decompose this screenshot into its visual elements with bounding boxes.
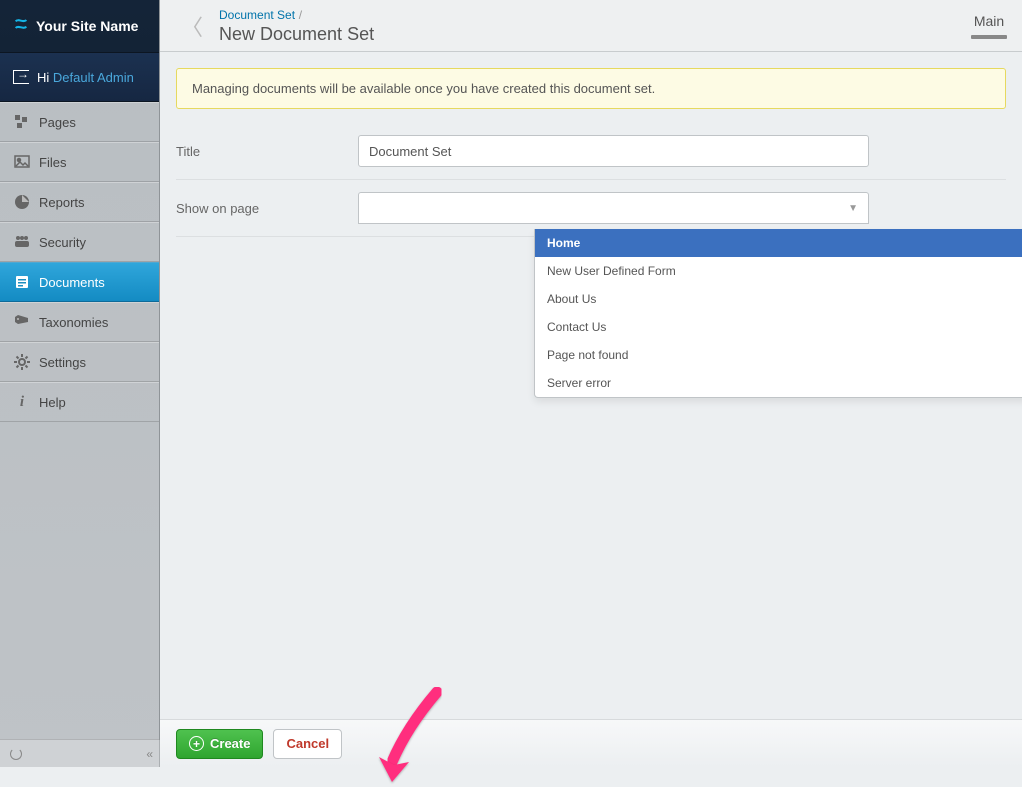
- back-button[interactable]: 〈: [175, 6, 209, 46]
- user-panel[interactable]: Hi Default Admin: [0, 52, 159, 102]
- pages-icon: [13, 114, 31, 130]
- sidebar-item-label: Taxonomies: [39, 315, 108, 330]
- sidebar-item-security[interactable]: Security: [0, 222, 159, 262]
- breadcrumb-sep: /: [299, 8, 302, 22]
- sidebar-item-label: Documents: [39, 275, 105, 290]
- sidebar-item-label: Help: [39, 395, 66, 410]
- info-notice: Managing documents will be available onc…: [176, 68, 1006, 109]
- form-row-title: Title: [176, 123, 1006, 180]
- sidebar-item-settings[interactable]: Settings: [0, 342, 159, 382]
- logout-icon[interactable]: [13, 70, 29, 84]
- showon-label: Show on page: [176, 201, 358, 216]
- chevron-down-icon: ▼: [848, 203, 858, 214]
- cancel-button[interactable]: Cancel: [273, 729, 342, 759]
- username: Default Admin: [53, 70, 134, 85]
- sidebar-item-label: Security: [39, 235, 86, 250]
- sidebar-item-pages[interactable]: Pages: [0, 102, 159, 142]
- settings-icon: [13, 354, 31, 370]
- plus-circle-icon: +: [189, 736, 204, 751]
- cancel-button-label: Cancel: [286, 736, 329, 751]
- sidebar-item-help[interactable]: i Help: [0, 382, 159, 422]
- dropdown-option[interactable]: Home: [535, 229, 1022, 257]
- create-button-label: Create: [210, 736, 250, 751]
- sidebar-item-label: Files: [39, 155, 66, 170]
- sidebar-footer: «: [0, 739, 160, 767]
- files-icon: [13, 154, 31, 170]
- showon-dropdown: Home New User Defined Form About Us Cont…: [534, 229, 1022, 398]
- sidebar-item-documents[interactable]: Documents: [0, 262, 159, 302]
- sidebar-item-label: Settings: [39, 355, 86, 370]
- dropdown-option[interactable]: About Us: [535, 285, 1022, 313]
- documents-icon: [13, 274, 31, 290]
- showon-select[interactable]: ▼: [358, 192, 869, 224]
- collapse-sidebar-button[interactable]: «: [146, 747, 150, 761]
- dropdown-option[interactable]: Page not found: [535, 341, 1022, 369]
- dropdown-option[interactable]: New User Defined Form: [535, 257, 1022, 285]
- sidebar: Your Site Name Hi Default Admin Pages Fi…: [0, 0, 160, 767]
- create-button[interactable]: + Create: [176, 729, 263, 759]
- sidebar-item-reports[interactable]: Reports: [0, 182, 159, 222]
- page-title: New Document Set: [219, 24, 971, 45]
- dropdown-option[interactable]: Server error: [535, 369, 1022, 397]
- help-icon: i: [13, 394, 31, 411]
- logo-icon: [13, 16, 29, 37]
- site-name: Your Site Name: [36, 18, 138, 34]
- reports-icon: [13, 194, 31, 210]
- sidebar-item-files[interactable]: Files: [0, 142, 159, 182]
- title-label: Title: [176, 144, 358, 159]
- spinner-icon: [10, 748, 22, 760]
- dropdown-option[interactable]: Contact Us: [535, 313, 1022, 341]
- tab-main[interactable]: Main: [971, 13, 1007, 39]
- site-brand[interactable]: Your Site Name: [0, 0, 159, 52]
- breadcrumb: Document Set /: [219, 7, 971, 22]
- security-icon: [13, 234, 31, 250]
- sidebar-item-label: Reports: [39, 195, 85, 210]
- taxonomies-icon: [13, 314, 31, 330]
- sidebar-item-label: Pages: [39, 115, 76, 130]
- tab-label: Main: [971, 13, 1007, 33]
- action-footer: + Create Cancel: [160, 719, 1022, 767]
- breadcrumb-parent-link[interactable]: Document Set: [219, 8, 295, 22]
- tab-underline: [971, 35, 1007, 39]
- title-input[interactable]: [358, 135, 869, 167]
- sidebar-item-taxonomies[interactable]: Taxonomies: [0, 302, 159, 342]
- page-header: 〈 Document Set / New Document Set Main: [160, 0, 1022, 52]
- greeting: Hi: [37, 70, 49, 85]
